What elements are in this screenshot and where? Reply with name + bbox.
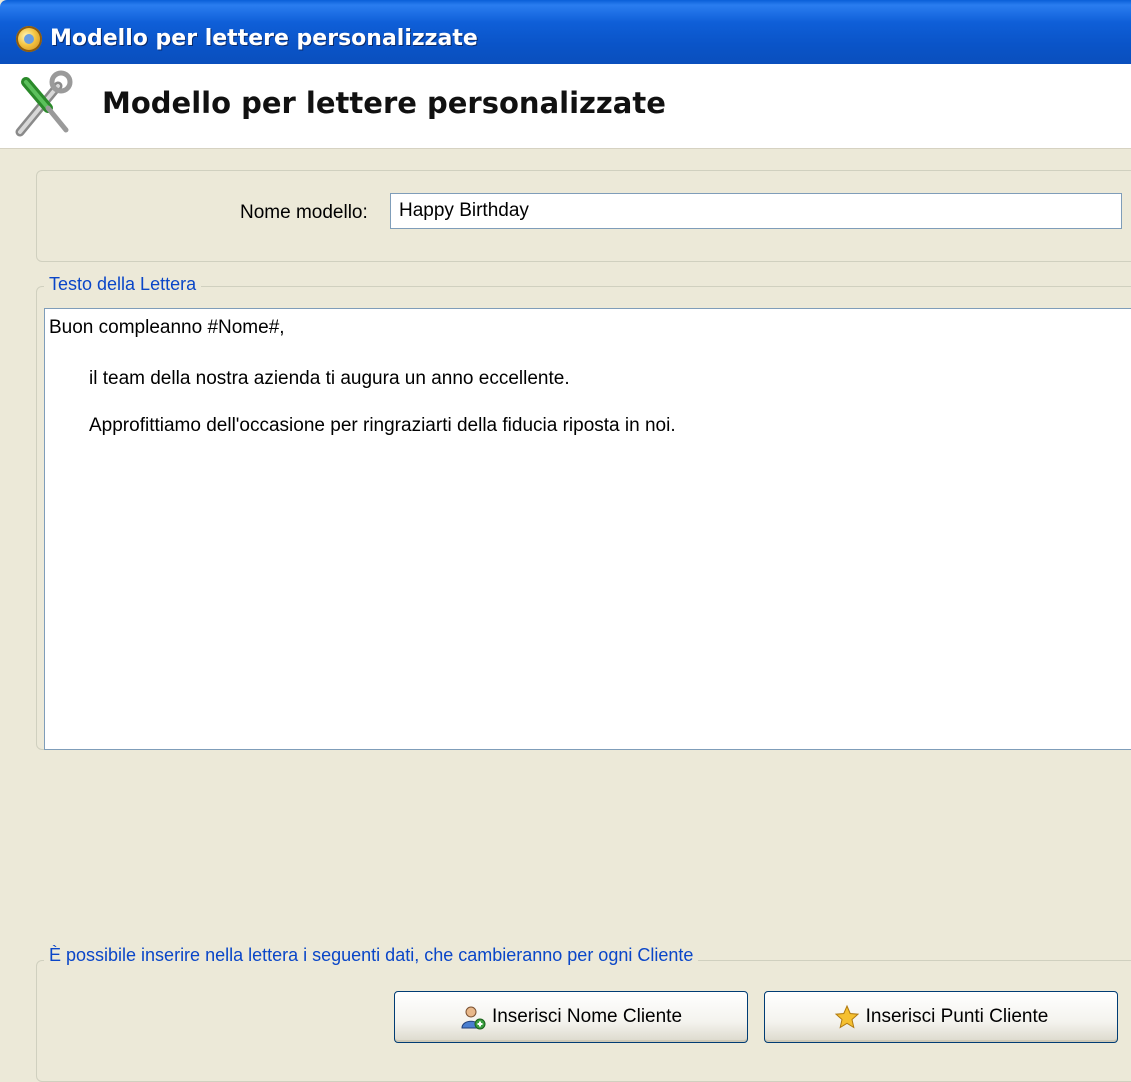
insert-customer-name-label: Inserisci Nome Cliente xyxy=(491,1006,683,1027)
window-title: Modello per lettere personalizzate xyxy=(50,26,478,51)
template-name-label: Nome modello: xyxy=(240,202,368,223)
header: Modello per lettere personalizzate xyxy=(0,64,1131,149)
title-bar[interactable]: Modello per lettere personalizzate xyxy=(0,0,1131,64)
letter-text-editor[interactable]: Buon compleanno #Nome#, il team della no… xyxy=(44,308,1131,750)
customer-fields-legend: È possibile inserire nella lettera i seg… xyxy=(44,945,699,966)
app-icon xyxy=(16,26,42,52)
template-name-input[interactable] xyxy=(390,193,1122,229)
letter-text-legend: Testo della Lettera xyxy=(44,274,202,295)
letter-line: Approfittiamo dell'occasione per ringraz… xyxy=(89,415,676,436)
star-icon xyxy=(834,1004,859,1029)
letter-line: il team della nostra azienda ti augura u… xyxy=(89,368,570,389)
tools-icon xyxy=(15,70,73,137)
insert-customer-name-button[interactable]: Inserisci Nome Cliente xyxy=(394,991,748,1043)
page-title: Modello per lettere personalizzate xyxy=(102,86,666,120)
letter-line: Buon compleanno #Nome#, xyxy=(49,317,285,338)
insert-customer-points-button[interactable]: Inserisci Punti Cliente xyxy=(764,991,1118,1043)
insert-customer-points-label: Inserisci Punti Cliente xyxy=(865,1006,1049,1027)
user-icon xyxy=(461,1006,486,1030)
